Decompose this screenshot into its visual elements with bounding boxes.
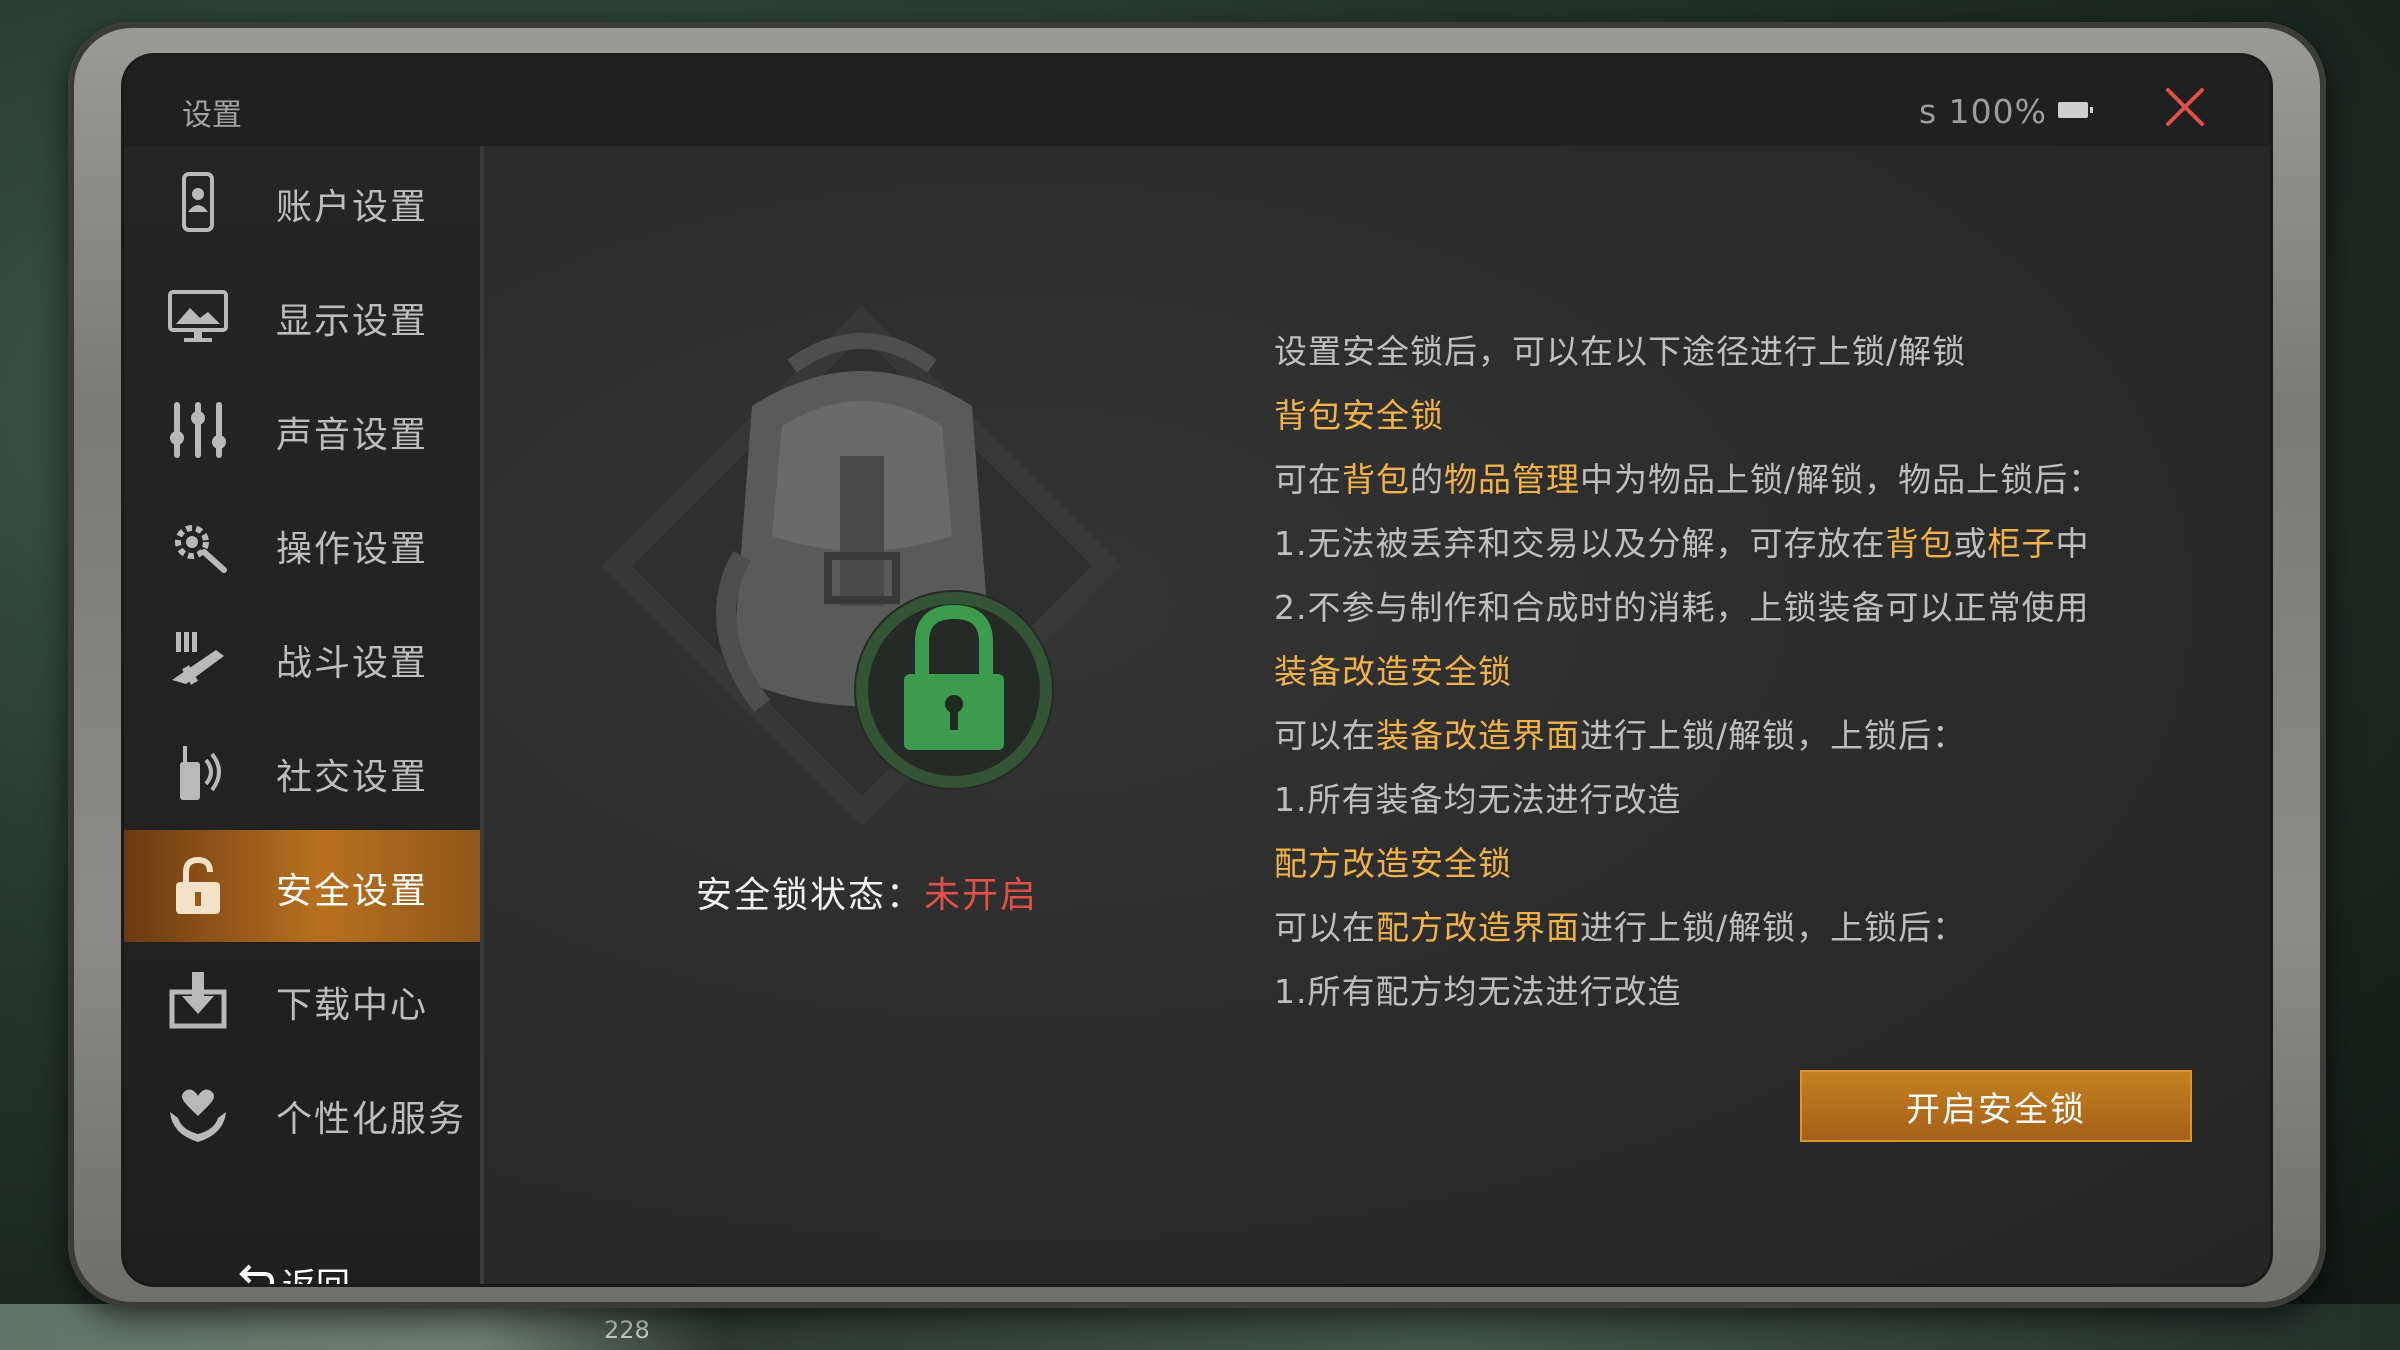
highlight-fragment: 配方改造界面: [1376, 908, 1580, 947]
back-button[interactable]: 返回: [236, 1254, 366, 1284]
window-title: 设置: [182, 98, 242, 133]
close-icon: [2166, 88, 2204, 126]
sidebar-item-downloads[interactable]: 下载中心: [124, 944, 480, 1056]
return-arrow-icon: [239, 1264, 275, 1284]
backpack-lock-illustration: [602, 306, 1122, 826]
settings-sidebar: 账户设置 显示设置 声音设置 操作设置 战斗设置 社交设置 安全设置 下载中心 …: [124, 146, 484, 1284]
sidebar-item-label: 账户设置: [276, 187, 429, 228]
sidebar-item-account[interactable]: 账户设置: [124, 146, 480, 258]
text-fragment: 的: [1410, 460, 1444, 499]
info-intro: 设置安全锁后，可以在以下途径进行上锁/解锁: [1274, 332, 1967, 371]
enable-security-lock-button[interactable]: 开启安全锁: [1800, 1070, 2192, 1142]
highlight-fragment: 物品管理: [1444, 460, 1580, 499]
sidebar-item-label: 显示设置: [276, 301, 429, 342]
text-fragment: 可在: [1274, 460, 1342, 499]
sidebar-item-controls[interactable]: 操作设置: [124, 488, 480, 600]
sidebar-item-display[interactable]: 显示设置: [124, 260, 480, 372]
battery-icon: [2058, 102, 2093, 118]
section-title-equipment: 装备改造安全锁: [1274, 652, 1512, 691]
text-fragment: 进行上锁/解锁，上锁后：: [1580, 908, 1967, 947]
background-scene: [0, 1304, 2400, 1350]
text-fragment: 或: [1953, 524, 1988, 563]
section-title-recipe: 配方改造安全锁: [1274, 844, 1512, 883]
text-fragment: 中为物品上锁/解锁，物品上锁后：: [1580, 460, 2103, 499]
security-info: 设置安全锁后，可以在以下途径进行上锁/解锁 背包安全锁 可在背包的物品管理中为物…: [1274, 320, 2174, 1024]
sidebar-item-combat[interactable]: 战斗设置: [124, 602, 480, 714]
sidebar-item-label: 安全设置: [276, 871, 429, 912]
text-fragment: 中: [2055, 524, 2090, 563]
security-content: 安全锁状态：未开启 设置安全锁后，可以在以下途径进行上锁/解锁 背包安全锁 可在…: [484, 146, 2270, 1284]
sidebar-item-label: 操作设置: [276, 529, 429, 570]
lock-icon: [176, 856, 220, 914]
lock-status: 安全锁状态：未开启: [696, 866, 1038, 918]
walkie-talkie-icon: [180, 746, 221, 800]
sidebar-item-label: 战斗设置: [276, 643, 429, 684]
display-icon: [168, 290, 228, 342]
sidebar-item-label: 社交设置: [276, 757, 429, 798]
highlight-fragment: 背包: [1885, 524, 1954, 563]
bag-description: 可在背包的物品管理中为物品上锁/解锁，物品上锁后：: [1274, 448, 2174, 512]
settings-panel: 设置 s 100% 账户设置 显示设置 声音设置 操作设置 战斗设置 社交设置 …: [124, 56, 2270, 1284]
top-bar: 设置 s 100%: [124, 56, 2270, 146]
text-fragment: 1.无法被丢弃和交易以及分解，可存放在: [1274, 524, 1886, 563]
lock-status-value: 未开启: [924, 875, 1039, 916]
equipment-rule-1: 1.所有装备均无法进行改造: [1274, 780, 1682, 819]
text-fragment: 进行上锁/解锁，上锁后：: [1580, 716, 1967, 755]
text-fragment: 可以在: [1274, 908, 1376, 947]
gear-control-icon: [175, 525, 227, 573]
equipment-description: 可以在装备改造界面进行上锁/解锁，上锁后：: [1274, 704, 2174, 768]
sidebar-item-social[interactable]: 社交设置: [124, 716, 480, 828]
heart-hands-icon: [170, 1089, 226, 1142]
sidebar-item-security[interactable]: 安全设置: [124, 830, 480, 942]
section-title-bag: 背包安全锁: [1274, 396, 1444, 435]
sidebar-item-label: 个性化服务: [276, 1099, 467, 1140]
sidebar-item-label: 声音设置: [276, 415, 429, 456]
back-label: 返回: [282, 1258, 350, 1284]
text-fragment: 可以在: [1274, 716, 1376, 755]
bag-rule-1: 1.无法被丢弃和交易以及分解，可存放在背包或柜子中: [1274, 512, 2174, 576]
close-button[interactable]: [2160, 82, 2210, 132]
highlight-fragment: 背包: [1342, 460, 1410, 499]
bag-rule-2: 2.不参与制作和合成时的消耗，上锁装备可以正常使用: [1274, 588, 2090, 627]
recipe-rule-1: 1.所有配方均无法进行改造: [1274, 972, 1682, 1011]
background-number: 228: [604, 1316, 650, 1344]
sound-sliders-icon: [170, 402, 226, 458]
highlight-fragment: 装备改造界面: [1376, 716, 1580, 755]
combat-weapon-icon: [172, 632, 224, 685]
recipe-description: 可以在配方改造界面进行上锁/解锁，上锁后：: [1274, 896, 2174, 960]
sidebar-item-label: 下载中心: [276, 985, 429, 1026]
lock-status-label: 安全锁状态：: [696, 875, 925, 916]
sidebar-item-personalization[interactable]: 个性化服务: [124, 1058, 480, 1170]
highlight-fragment: 柜子: [1987, 524, 2056, 563]
download-icon: [169, 972, 227, 1029]
battery-status-text: s 100%: [1919, 92, 2048, 131]
account-icon: [182, 172, 214, 232]
sidebar-item-sound[interactable]: 声音设置: [124, 374, 480, 486]
